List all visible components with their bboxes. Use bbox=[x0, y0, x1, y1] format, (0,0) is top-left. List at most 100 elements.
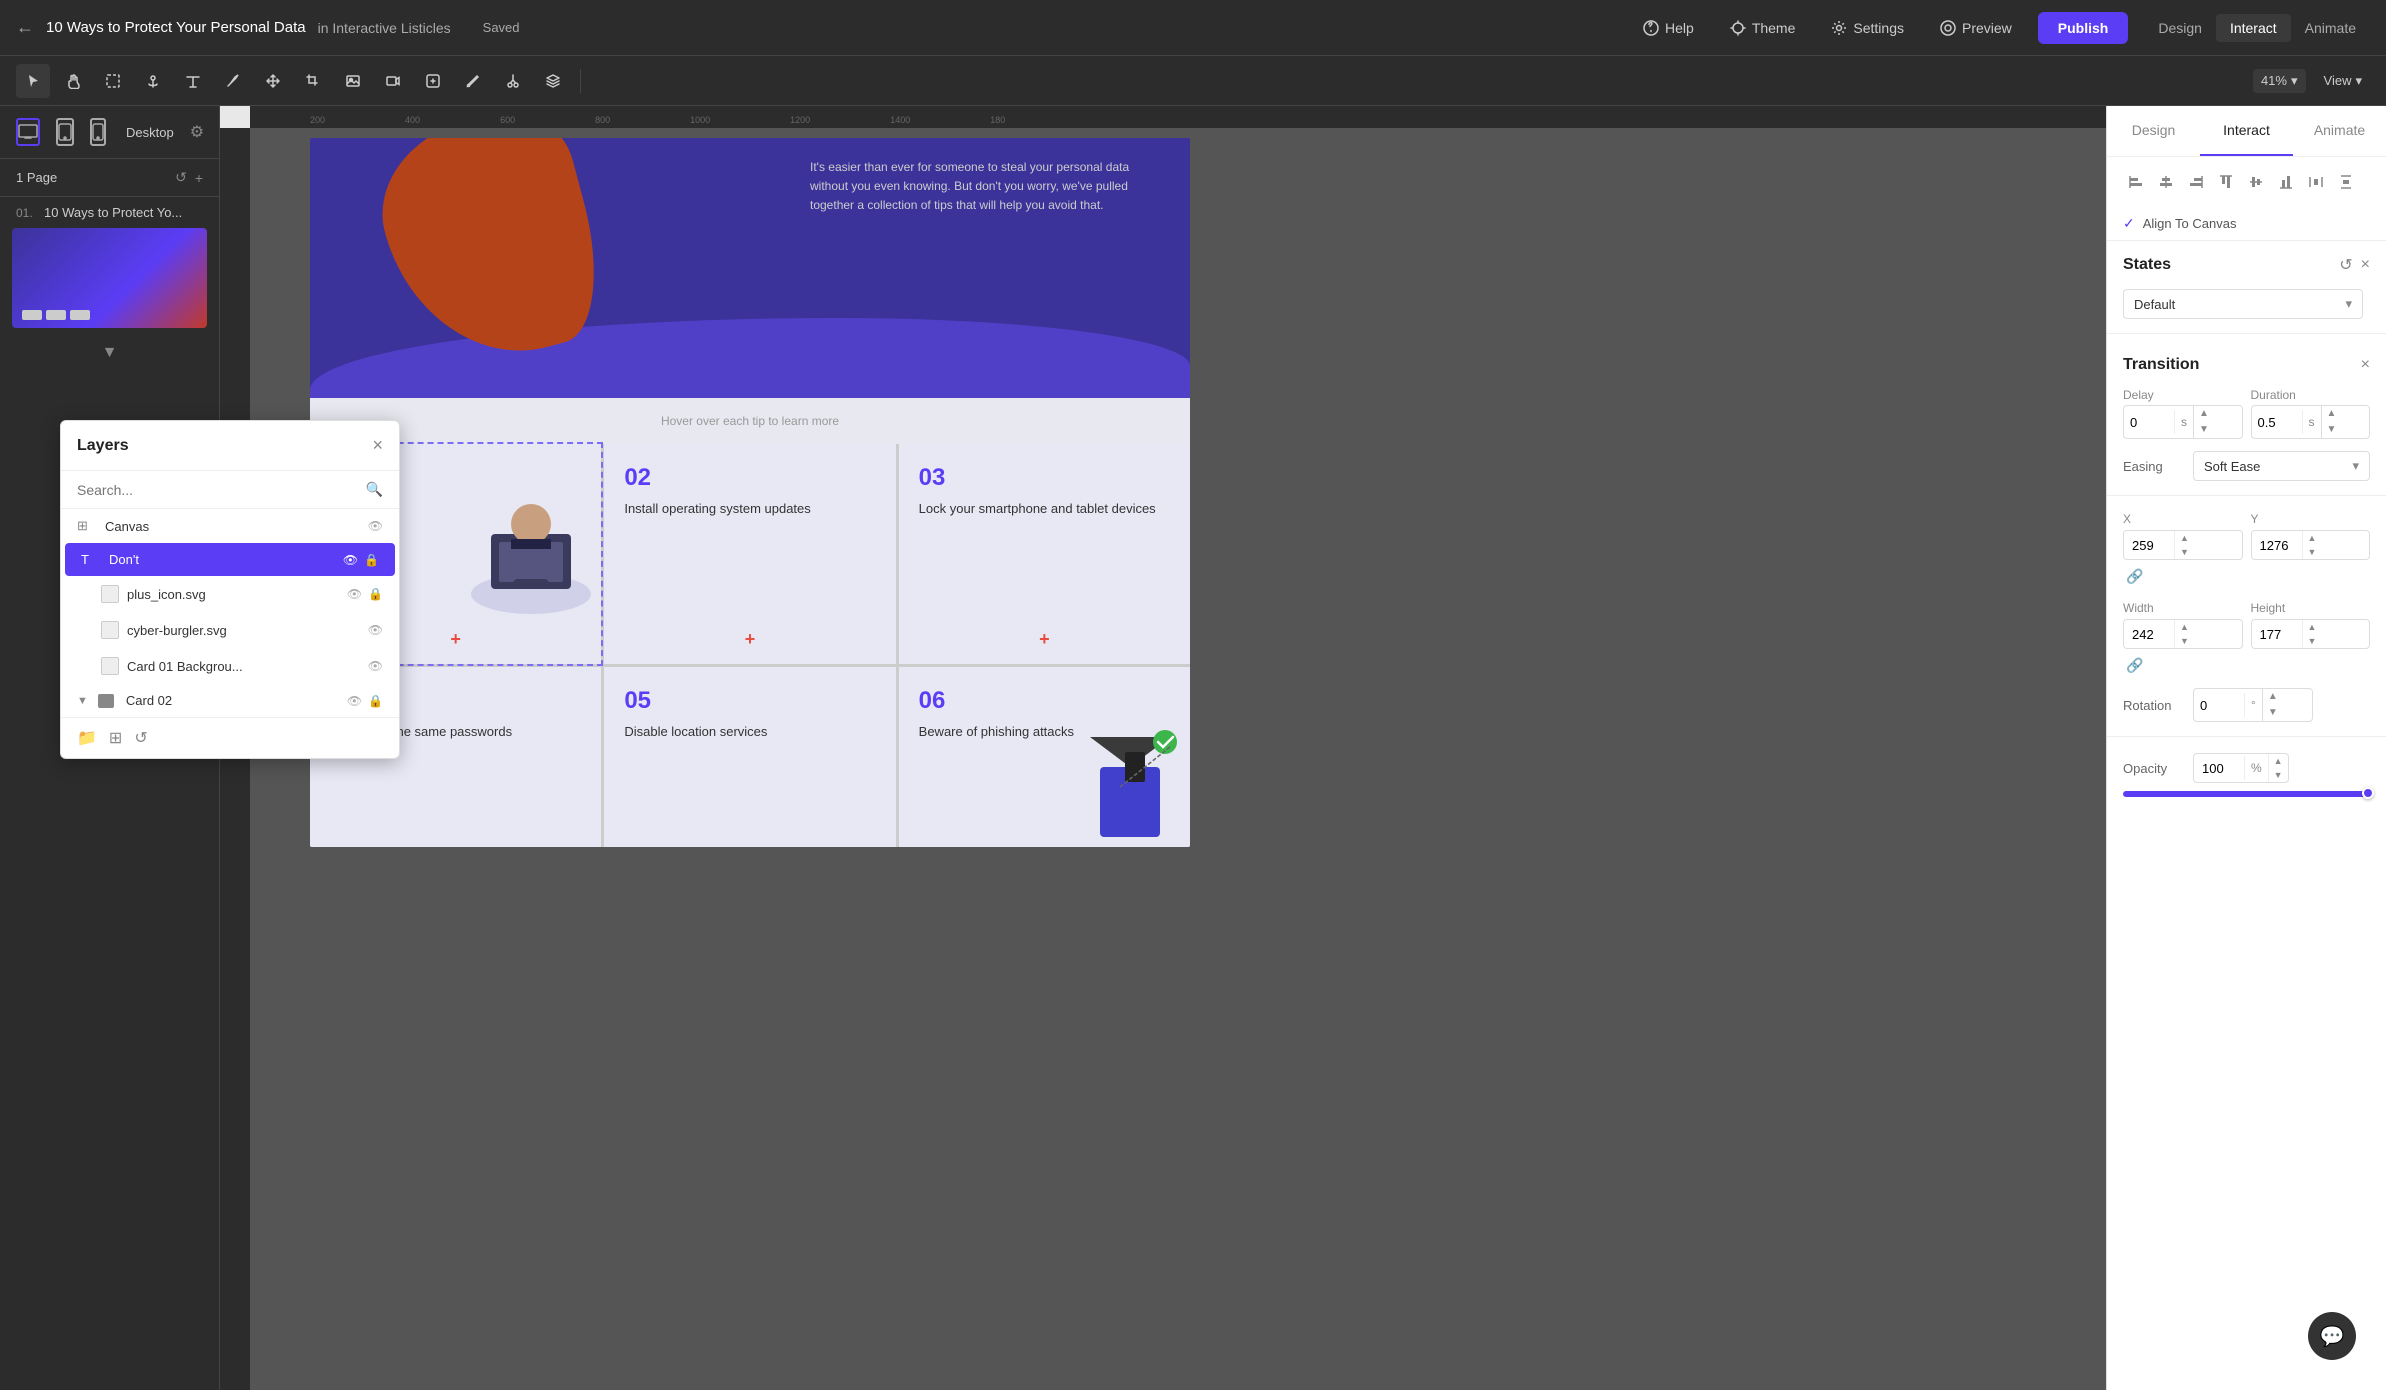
align-left-icon[interactable] bbox=[2123, 169, 2149, 195]
back-button[interactable]: ← bbox=[16, 17, 34, 38]
mobile-device[interactable] bbox=[90, 118, 106, 146]
states-close-icon[interactable]: × bbox=[2361, 256, 2370, 274]
card-02-plus[interactable]: + bbox=[745, 629, 756, 650]
settings-button[interactable]: Settings bbox=[1821, 14, 1914, 42]
image-tool[interactable] bbox=[336, 64, 370, 98]
height-input[interactable] bbox=[2252, 622, 2302, 647]
opacity-slider[interactable] bbox=[2123, 791, 2370, 797]
card-01-plus[interactable]: + bbox=[450, 629, 461, 650]
layers-add-folder-btn[interactable]: 📁 bbox=[77, 728, 97, 748]
layers-item-card01-bg[interactable]: Card 01 Backgrou... 👁 bbox=[85, 648, 399, 684]
theme-button[interactable]: Theme bbox=[1720, 14, 1806, 42]
pages-refresh-icon[interactable]: ↺ bbox=[175, 169, 187, 186]
card-05[interactable]: 05 Disable location services bbox=[604, 667, 895, 847]
device-settings-button[interactable]: ⚙ bbox=[190, 122, 204, 142]
view-control[interactable]: View ▾ bbox=[2316, 69, 2370, 93]
card-03[interactable]: 03 Lock your smartphone and tablet devic… bbox=[899, 444, 1190, 664]
width-input[interactable] bbox=[2124, 622, 2174, 647]
interactive-tool[interactable] bbox=[416, 64, 450, 98]
height-stepper[interactable]: ▲ ▼ bbox=[2302, 620, 2322, 648]
layers-search-input[interactable] bbox=[77, 482, 358, 498]
text-tool[interactable] bbox=[176, 64, 210, 98]
layers-card02-lock[interactable]: 🔒 bbox=[368, 694, 383, 708]
align-center-h-icon[interactable] bbox=[2153, 169, 2179, 195]
layers-tool[interactable] bbox=[536, 64, 570, 98]
align-middle-icon[interactable] bbox=[2243, 169, 2269, 195]
states-reset-icon[interactable]: ↺ bbox=[2339, 255, 2352, 275]
chat-button[interactable]: 💬 bbox=[2308, 1312, 2356, 1360]
states-dropdown[interactable]: Default ▾ bbox=[2123, 289, 2363, 319]
paint-tool[interactable] bbox=[216, 64, 250, 98]
rotation-input[interactable] bbox=[2194, 693, 2244, 718]
y-input[interactable] bbox=[2252, 533, 2302, 558]
align-to-canvas[interactable]: ✓ Align To Canvas bbox=[2107, 207, 2386, 241]
layers-card02-collapse[interactable]: ▼ bbox=[77, 695, 88, 707]
layers-dont-lock[interactable]: 🔒 bbox=[364, 553, 379, 567]
layers-plus-lock[interactable]: 🔒 bbox=[368, 587, 383, 601]
marquee-tool[interactable] bbox=[96, 64, 130, 98]
card-02[interactable]: 02 Install operating system updates + bbox=[604, 444, 895, 664]
desktop-device[interactable] bbox=[16, 118, 40, 146]
x-input[interactable] bbox=[2124, 533, 2174, 558]
publish-button[interactable]: Publish bbox=[2038, 12, 2129, 44]
layers-refresh-btn[interactable]: ↺ bbox=[134, 728, 147, 748]
video-tool[interactable] bbox=[376, 64, 410, 98]
pen-tool[interactable] bbox=[456, 64, 490, 98]
panel-tab-animate[interactable]: Animate bbox=[2293, 106, 2386, 156]
tablet-device[interactable] bbox=[56, 118, 74, 146]
tab-animate[interactable]: Animate bbox=[2291, 14, 2370, 42]
move-tool[interactable] bbox=[256, 64, 290, 98]
layers-card01-eye[interactable]: 👁 bbox=[368, 659, 383, 673]
layers-item-cyber-burgler[interactable]: cyber-burgler.svg 👁 bbox=[85, 612, 399, 648]
help-button[interactable]: Help bbox=[1633, 14, 1704, 42]
y-stepper[interactable]: ▲ ▼ bbox=[2302, 531, 2322, 559]
align-top-icon[interactable] bbox=[2213, 169, 2239, 195]
layers-close-button[interactable]: × bbox=[372, 435, 383, 456]
layers-cyber-eye[interactable]: 👁 bbox=[368, 623, 383, 637]
delay-input[interactable] bbox=[2124, 410, 2174, 435]
width-stepper[interactable]: ▲ ▼ bbox=[2174, 620, 2194, 648]
align-right-icon[interactable] bbox=[2183, 169, 2209, 195]
select-tool[interactable] bbox=[16, 64, 50, 98]
easing-dropdown[interactable]: Soft Ease ▾ bbox=[2193, 451, 2370, 481]
wh-link-icon[interactable]: 🔗 bbox=[2123, 657, 2147, 674]
layers-card02-eye[interactable]: 👁 bbox=[347, 694, 362, 708]
layers-item-dont[interactable]: T Don't 👁 🔒 bbox=[65, 543, 395, 576]
layers-canvas-eye[interactable]: 👁 bbox=[368, 519, 383, 533]
xy-link-icon[interactable]: 🔗 bbox=[2123, 568, 2147, 585]
delay-stepper[interactable]: ▲ ▼ bbox=[2193, 406, 2214, 438]
layers-item-plus-icon[interactable]: plus_icon.svg 👁 🔒 bbox=[85, 576, 399, 612]
layers-item-card02[interactable]: ▼ Card 02 👁 🔒 bbox=[61, 684, 399, 717]
zoom-control[interactable]: 41% ▾ bbox=[2253, 69, 2306, 93]
transition-close-icon[interactable]: × bbox=[2361, 356, 2370, 374]
pages-add-button[interactable]: + bbox=[195, 170, 203, 186]
canvas-area[interactable]: 200 400 600 800 1000 1200 1400 180 It's … bbox=[220, 106, 2106, 1390]
layers-dont-eye[interactable]: 👁 bbox=[343, 553, 358, 567]
distribute-h-icon[interactable] bbox=[2303, 169, 2329, 195]
opacity-input[interactable] bbox=[2194, 756, 2244, 781]
anchor-tool[interactable] bbox=[136, 64, 170, 98]
tab-interact[interactable]: Interact bbox=[2216, 14, 2291, 42]
card-03-plus[interactable]: + bbox=[1039, 629, 1050, 650]
panel-tab-interact[interactable]: Interact bbox=[2200, 106, 2293, 156]
x-stepper[interactable]: ▲ ▼ bbox=[2174, 531, 2194, 559]
cut-tool[interactable] bbox=[496, 64, 530, 98]
duration-input[interactable] bbox=[2252, 410, 2302, 435]
distribute-v-icon[interactable] bbox=[2333, 169, 2359, 195]
align-bottom-icon[interactable] bbox=[2273, 169, 2299, 195]
opacity-stepper[interactable]: ▲ ▼ bbox=[2268, 754, 2288, 782]
page-thumbnail[interactable] bbox=[12, 228, 207, 328]
layers-item-canvas[interactable]: ⊞ Canvas 👁 bbox=[61, 509, 399, 543]
crop-tool[interactable] bbox=[296, 64, 330, 98]
card-06[interactable]: 06 Beware of phishing attacks bbox=[899, 667, 1190, 847]
canvas-content[interactable]: It's easier than ever for someone to ste… bbox=[250, 128, 2106, 1390]
layers-plus-eye[interactable]: 👁 bbox=[347, 587, 362, 601]
panel-tab-design[interactable]: Design bbox=[2107, 106, 2200, 156]
layers-add-layer-btn[interactable]: ⊞ bbox=[109, 728, 122, 748]
page-chevron[interactable]: ▼ bbox=[0, 340, 219, 366]
preview-button[interactable]: Preview bbox=[1930, 14, 2022, 42]
rotation-stepper[interactable]: ▲ ▼ bbox=[2262, 689, 2283, 721]
hand-tool[interactable] bbox=[56, 64, 90, 98]
duration-stepper[interactable]: ▲ ▼ bbox=[2321, 406, 2342, 438]
page-item[interactable]: 01. 10 Ways to Protect Yo... bbox=[0, 197, 219, 228]
